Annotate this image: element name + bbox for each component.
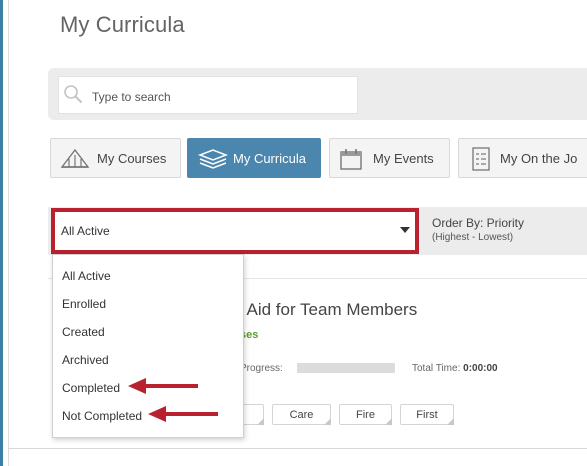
chevron-down-icon[interactable]	[400, 227, 410, 233]
tab-label: My Courses	[97, 151, 167, 166]
arrow-left-icon	[148, 406, 218, 422]
dropdown-option-archived[interactable]: Archived	[62, 353, 109, 367]
page-divider	[8, 0, 9, 466]
tab-my-events[interactable]: My Events	[329, 138, 450, 178]
page-accent-strip	[0, 0, 3, 466]
arrow-left-icon	[128, 378, 198, 394]
tab-label: My On the Jo	[500, 151, 578, 166]
search-placeholder: Type to search	[92, 90, 171, 104]
tag-label: First	[416, 409, 438, 421]
order-by-direction[interactable]: (Highest - Lowest)	[432, 232, 513, 243]
dropdown-option-completed[interactable]: Completed	[62, 381, 120, 395]
page-bottom-divider	[8, 448, 587, 449]
total-time-value: 0:00:00	[463, 363, 498, 374]
tab-my-courses[interactable]: My Courses	[50, 138, 181, 178]
dropdown-option-not-completed[interactable]: Not Completed	[62, 409, 142, 423]
tag-chip[interactable]: Fire	[339, 404, 392, 425]
order-by-label[interactable]: Order By: Priority	[432, 216, 524, 230]
dropdown-option-all-active[interactable]: All Active	[62, 269, 111, 283]
tab-my-on-the-job[interactable]: My On the Jo	[458, 138, 587, 178]
status-filter-value: All Active	[61, 224, 110, 238]
tab-my-curricula[interactable]: My Curricula	[187, 138, 321, 178]
page-title: My Curricula	[60, 12, 185, 37]
dropdown-option-created[interactable]: Created	[62, 325, 105, 339]
tab-label: My Events	[373, 151, 434, 166]
calendar-icon	[340, 149, 362, 170]
total-time-label: Total Time:	[412, 363, 461, 374]
total-time: Total Time: 0:00:00	[412, 363, 498, 374]
dropdown-option-enrolled[interactable]: Enrolled	[62, 297, 106, 311]
tag-label: Care	[289, 409, 314, 421]
curricula-icon	[197, 149, 229, 169]
course-title[interactable]: : Aid for Team Members	[238, 300, 417, 320]
tag-chip[interactable]: Care	[272, 404, 331, 425]
tag-chip[interactable]: First	[400, 404, 454, 425]
tag-label: Fire	[356, 409, 375, 421]
tab-label: My Curricula	[233, 151, 306, 166]
courses-icon	[60, 148, 90, 168]
search-icon	[64, 85, 82, 103]
checklist-icon	[472, 147, 490, 171]
screenshot: My Curricula Type to search My Courses M…	[0, 0, 587, 466]
progress-label: Progress:	[240, 363, 283, 374]
progress-bar	[297, 363, 395, 373]
